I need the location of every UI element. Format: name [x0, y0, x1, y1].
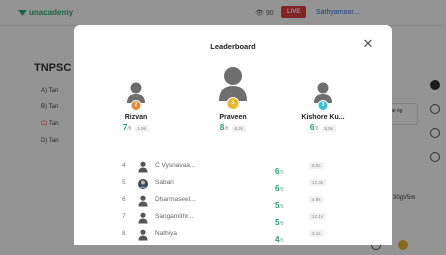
- avatar: 1: [217, 65, 249, 111]
- podium-score: 7/8 1.9s: [104, 123, 168, 132]
- participant-name: C Vysnavaa...: [155, 162, 196, 169]
- podium-name: Rizvan: [124, 114, 148, 121]
- list-item: 6 Dharmaseel... 5/8 4.9s: [74, 193, 392, 210]
- rank-number: 6: [122, 196, 126, 203]
- participant-name: Dharmaseel...: [155, 196, 196, 203]
- time-badge: 3.1s: [309, 230, 324, 237]
- time-badge: 12.1s: [309, 213, 327, 220]
- avatar: 2: [125, 81, 147, 111]
- podium-name: Praveen: [219, 114, 247, 121]
- time-badge: 4.9s: [309, 196, 324, 203]
- rank-number: 8: [122, 230, 126, 237]
- avatar: 3: [312, 81, 334, 111]
- time-badge: 12.3s: [309, 179, 327, 186]
- list-item: 5 Sabari 6/8 12.3s: [74, 176, 392, 193]
- participant-name: Nathiya: [155, 230, 178, 237]
- person-icon: [138, 228, 148, 245]
- list-item: 7 Sangamithr... 5/8 12.1s: [74, 210, 392, 227]
- rank-medal: 1: [226, 97, 240, 110]
- leaderboard-modal: Leaderboard ✕ 2 Rizvan 7/8 1.9s 1 Praveen…: [74, 25, 392, 245]
- participant-name: Sabari: [155, 179, 174, 186]
- rank-number: 7: [122, 213, 126, 220]
- podium-second: 2 Rizvan 7/8 1.9s: [104, 81, 168, 132]
- podium-score: 6/8 5.9s: [286, 123, 360, 132]
- rank-medal: 3: [317, 100, 329, 111]
- podium-name: Kishore Ku...: [301, 114, 345, 121]
- list-item: 4 C Vysnavaa... 6/8 8.0s: [74, 159, 392, 176]
- rank-medal: 2: [130, 100, 142, 111]
- participant-name: Sangamithr...: [155, 213, 194, 220]
- list-item: 8 Nathiya 4/8 3.1s: [74, 227, 392, 244]
- time-badge: 8.0s: [309, 162, 324, 169]
- rank-number: 5: [122, 179, 126, 186]
- podium-score: 8/8 8.3s: [199, 123, 267, 132]
- participant-score: 4/8: [275, 235, 284, 244]
- modal-title: Leaderboard: [210, 42, 256, 51]
- rank-number: 4: [122, 162, 126, 169]
- close-icon[interactable]: ✕: [361, 37, 375, 51]
- podium-third: 3 Kishore Ku... 6/8 5.9s: [286, 81, 360, 132]
- podium-first: 1 Praveen 8/8 8.3s: [199, 65, 267, 132]
